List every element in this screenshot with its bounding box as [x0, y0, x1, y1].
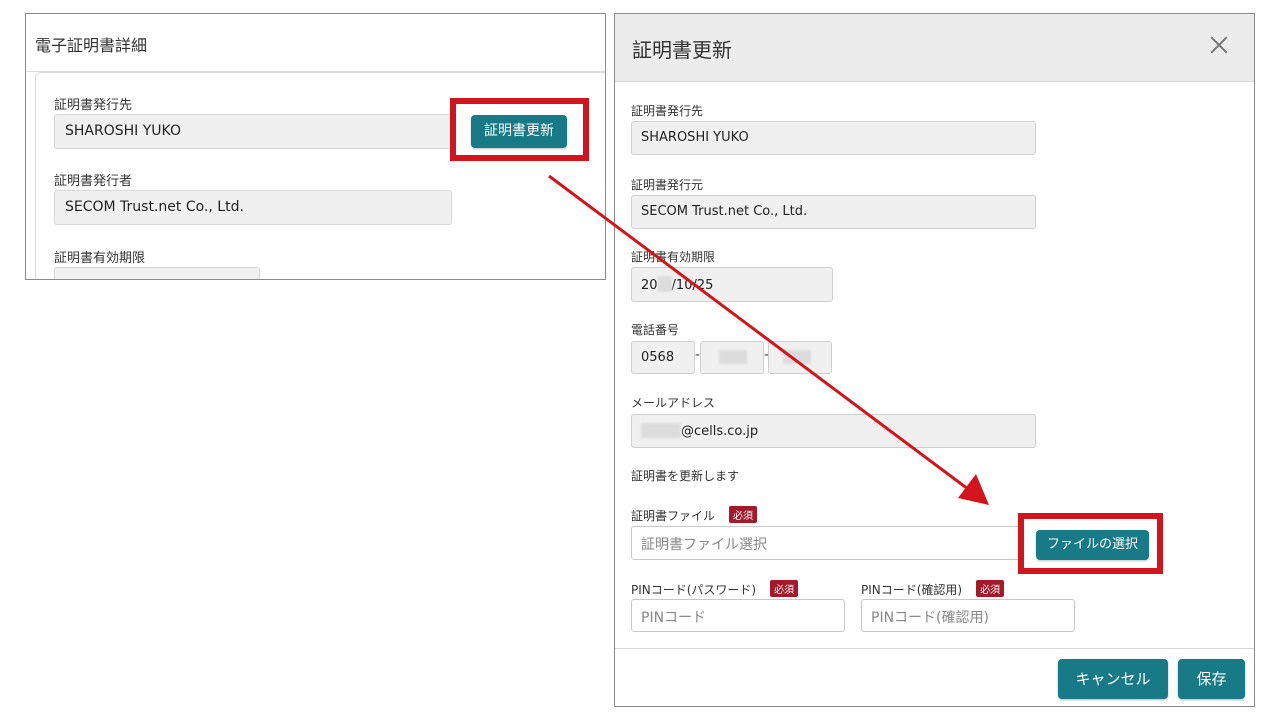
close-icon[interactable] [1208, 34, 1230, 56]
redacted-mask [657, 276, 672, 292]
certificate-update-dialog: 証明書更新 証明書発行先 SHAROSHI YUKO 証明書発行元 SECOM … [614, 13, 1255, 707]
pin-label: PINコード(パスワード) 必須 [631, 580, 799, 598]
phone-part1-field: 0568 [631, 341, 695, 374]
pin-confirm-label: PINコード(確認用) 必須 [861, 580, 1005, 598]
update-message: 証明書を更新します [631, 469, 740, 483]
required-badge: 必須 [976, 580, 1005, 597]
required-badge: 必須 [729, 506, 758, 523]
expiry-date-suffix: /10/25 [671, 278, 714, 293]
pin-label-text: PINコード(パスワード) [631, 583, 757, 597]
pin-confirm-label-text: PINコード(確認用) [861, 583, 963, 597]
email-domain: @cells.co.jp [681, 424, 759, 439]
cert-file-input[interactable]: 証明書ファイル選択 [631, 526, 1023, 560]
issuer-field: SECOM Trust.net Co., Ltd. [54, 190, 452, 225]
email-label: メールアドレス [631, 396, 716, 410]
dialog-header: 証明書更新 [615, 14, 1254, 82]
redacted-mask [783, 350, 811, 364]
save-button[interactable]: 保存 [1178, 659, 1245, 699]
issued-to-field: SHAROSHI YUKO [54, 114, 452, 149]
redacted-mask [719, 350, 747, 364]
cert-file-label-text: 証明書ファイル [631, 509, 716, 523]
issued-to-label: 証明書発行先 [631, 104, 704, 118]
issued-to-label: 証明書発行先 [54, 98, 133, 113]
highlight-update-button [450, 98, 589, 161]
pin-input[interactable]: PINコード [631, 599, 845, 632]
expiry-field: 20/10/25 [631, 267, 833, 302]
cancel-button[interactable]: キャンセル [1058, 659, 1168, 699]
expiry-label: 証明書有効期限 [631, 250, 716, 264]
pin-confirm-input[interactable]: PINコード(確認用) [861, 599, 1075, 632]
redacted-mask [641, 423, 681, 438]
phone-label: 電話番号 [631, 323, 680, 337]
dialog-title: 証明書更新 [632, 38, 732, 62]
phone-part2-field [700, 341, 764, 374]
issuer-field: SECOM Trust.net Co., Ltd. [631, 195, 1036, 229]
phone-part3-field [768, 341, 832, 374]
issuer-label: 証明書発行元 [631, 178, 704, 192]
expiry-field [54, 267, 260, 279]
expiry-label: 証明書有効期限 [54, 251, 146, 266]
highlight-file-select-button [1018, 513, 1163, 574]
certificate-detail-title: 電子証明書詳細 [26, 14, 605, 72]
dialog-footer: キャンセル 保存 [615, 648, 1254, 706]
issuer-label: 証明書発行者 [54, 174, 133, 189]
cert-file-label: 証明書ファイル 必須 [631, 506, 758, 524]
email-field: @cells.co.jp [631, 414, 1036, 448]
expiry-year-prefix: 20 [641, 278, 658, 293]
issued-to-field: SHAROSHI YUKO [631, 121, 1036, 155]
required-badge: 必須 [770, 580, 799, 597]
